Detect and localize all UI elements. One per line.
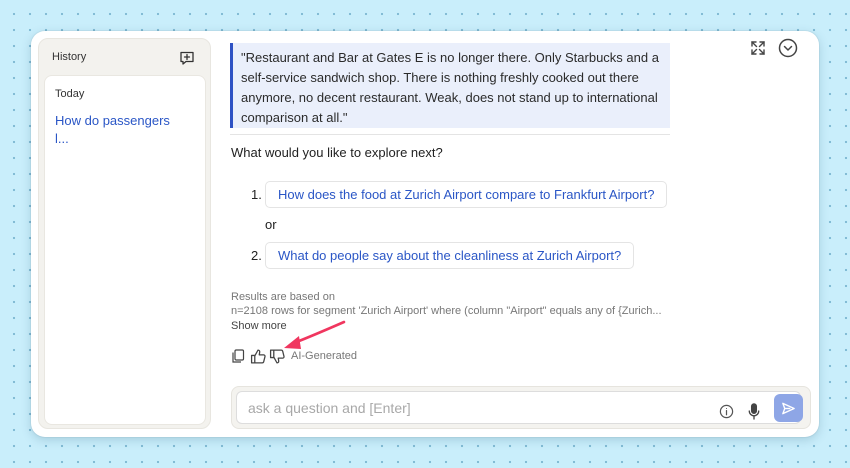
history-list: Today How do passengers l... bbox=[44, 75, 206, 425]
history-sidebar: History Today How do passengers l... bbox=[38, 38, 211, 429]
copy-icon bbox=[232, 349, 245, 363]
send-button[interactable] bbox=[774, 394, 803, 422]
info-button[interactable] bbox=[718, 403, 734, 419]
thumbs-up-icon bbox=[250, 348, 266, 364]
sidebar-title: History bbox=[52, 51, 87, 63]
results-label: Results are based on bbox=[231, 291, 335, 303]
composer bbox=[231, 386, 811, 429]
or-separator: or bbox=[265, 217, 277, 232]
new-chat-icon bbox=[180, 51, 194, 65]
expand-button[interactable] bbox=[748, 38, 768, 58]
quoted-response: "Restaurant and Bar at Gates E is no lon… bbox=[230, 43, 670, 128]
history-item[interactable]: How do passengers l... bbox=[55, 112, 180, 148]
thumbs-up-button[interactable] bbox=[249, 347, 267, 365]
microphone-icon bbox=[748, 402, 760, 420]
history-group-label: Today bbox=[55, 88, 85, 100]
info-icon bbox=[719, 404, 733, 418]
divider bbox=[230, 134, 670, 135]
copy-button[interactable] bbox=[229, 347, 247, 365]
microphone-button[interactable] bbox=[746, 402, 762, 420]
collapse-button[interactable] bbox=[777, 37, 799, 59]
sidebar-header: History bbox=[39, 39, 210, 77]
suggestion-number: 1. bbox=[251, 187, 262, 202]
chat-window: History Today How do passengers l... "Re… bbox=[31, 31, 819, 437]
expand-icon bbox=[751, 41, 765, 55]
annotation-arrow bbox=[284, 320, 346, 349]
explore-prompt: What would you like to explore next? bbox=[231, 145, 443, 160]
suggestion-button[interactable]: How does the food at Zurich Airport comp… bbox=[265, 181, 668, 208]
question-input[interactable] bbox=[236, 391, 801, 424]
suggestion-number: 2. bbox=[251, 248, 262, 263]
results-detail: n=2108 rows for segment 'Zurich Airport'… bbox=[231, 305, 662, 317]
new-chat-button[interactable] bbox=[175, 47, 199, 69]
suggestion-button[interactable]: What do people say about the cleanliness… bbox=[265, 242, 635, 269]
chevron-down-circle-icon bbox=[778, 38, 798, 58]
send-icon bbox=[782, 402, 795, 414]
